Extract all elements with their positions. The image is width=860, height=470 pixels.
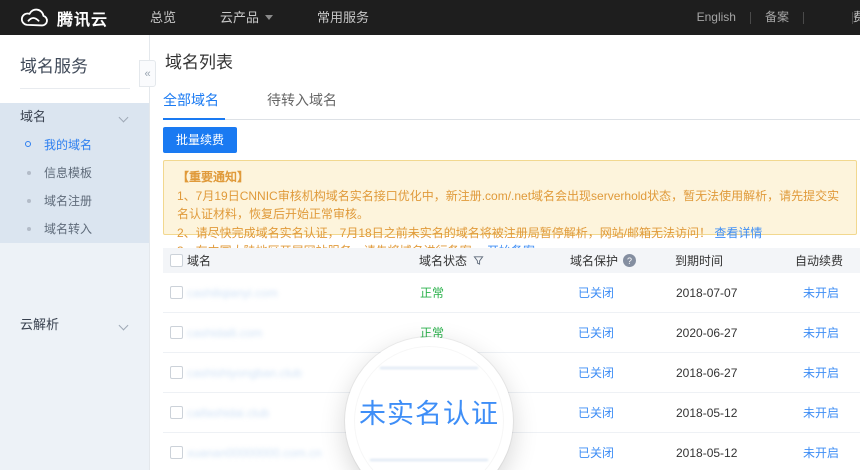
sidebar-item-label: 域名转入 xyxy=(44,222,92,236)
section-label: 域名 xyxy=(20,109,46,124)
not-verified-label: 未实名认证 xyxy=(345,392,513,431)
auto-renew-link[interactable]: 未开启 xyxy=(803,353,839,392)
batch-renew-button[interactable]: 批量续费 xyxy=(163,127,237,153)
protection-link[interactable]: 已关闭 xyxy=(578,353,614,392)
header-expiry: 到期时间 xyxy=(675,248,723,273)
sidebar-item-my-domains[interactable]: 我的域名 xyxy=(0,131,149,159)
notice-line: 2、请尽快完成域名实名认证，7月18日之前未实名的域名将被注册局暂停解析，网站/… xyxy=(177,224,843,243)
protection-link[interactable]: 已关闭 xyxy=(578,273,614,312)
bullet-icon xyxy=(27,227,31,231)
status-badge: 正常 xyxy=(420,273,444,312)
expiry-date: 2018-05-12 xyxy=(676,433,737,470)
sidebar-item-label: 域名注册 xyxy=(44,194,92,208)
top-navbar: 腾讯云 总览 云产品 常用服务 English 备案 费 xyxy=(0,0,860,35)
tab-bar: 全部域名 待转入域名 xyxy=(163,90,860,120)
auto-renew-link[interactable]: 未开启 xyxy=(803,393,839,432)
row-checkbox[interactable] xyxy=(170,286,183,299)
help-icon[interactable]: ? xyxy=(623,254,636,267)
protection-link[interactable]: 已关闭 xyxy=(578,313,614,352)
row-checkbox[interactable] xyxy=(170,446,183,459)
chevron-down-icon xyxy=(119,113,129,123)
nav-item-overview[interactable]: 总览 xyxy=(128,0,198,35)
nav-right-area: English 备案 费 xyxy=(683,0,860,35)
cloud-logo-icon xyxy=(18,7,50,29)
nav-item-label: 总览 xyxy=(150,0,176,35)
tab-all-domains[interactable]: 全部域名 xyxy=(163,90,225,120)
bullet-icon xyxy=(27,171,31,175)
domain-name[interactable]: cashishiyongban.club xyxy=(187,353,302,392)
row-checkbox[interactable] xyxy=(170,326,183,339)
protection-link[interactable]: 已关闭 xyxy=(578,393,614,432)
table-row: cashishiyongban.club 已关闭 2018-06-27 未开启 xyxy=(163,353,860,393)
header-protection: 域名保护 ? xyxy=(570,248,636,273)
notice-text: 1、7月19日CNNIC审核机构域名实名接口优化中，新注册.com/.net域名… xyxy=(177,189,839,222)
notice-title: 【重要通知】 xyxy=(177,168,843,187)
nav-menu: 总览 云产品 常用服务 xyxy=(128,0,391,35)
table-row: cashidaili.com 正常 已关闭 2020-06-27 未开启 xyxy=(163,313,860,353)
sidebar-item-domain-register[interactable]: 域名注册 xyxy=(0,187,149,215)
sidebar-gap xyxy=(0,243,149,311)
sidebar-title: 域名服务 xyxy=(20,52,88,77)
section-label: 云解析 xyxy=(20,317,59,332)
domain-name[interactable]: caifashidai.club xyxy=(187,393,269,432)
nav-item-services[interactable]: 常用服务 xyxy=(295,0,391,35)
row-checkbox[interactable] xyxy=(170,406,183,419)
sidebar-section-domain: 域名 我的域名 信息模板 域名注册 域名转入 xyxy=(0,103,149,243)
domain-name[interactable]: cashidaili.com xyxy=(187,313,262,352)
table-row: xuanan00000000.com.cn 已关闭 2018-05-12 未开启 xyxy=(163,433,860,470)
select-all-checkbox[interactable] xyxy=(170,254,183,267)
header-domain: 域名 xyxy=(187,248,211,273)
auto-renew-link[interactable]: 未开启 xyxy=(803,313,839,352)
nav-item-label: 常用服务 xyxy=(317,0,369,35)
tab-pending-transfer[interactable]: 待转入域名 xyxy=(267,90,343,119)
auto-renew-link[interactable]: 未开启 xyxy=(803,433,839,470)
expiry-date: 2018-07-07 xyxy=(676,273,737,312)
page-title: 域名列表 xyxy=(165,48,233,73)
auto-renew-link[interactable]: 未开启 xyxy=(803,273,839,312)
protection-link[interactable]: 已关闭 xyxy=(578,433,614,470)
sidebar-section-head-dns[interactable]: 云解析 xyxy=(0,311,149,339)
nav-divider xyxy=(803,12,804,24)
header-label: 域名状态 xyxy=(419,252,467,269)
logo-text: 腾讯云 xyxy=(57,6,108,30)
notice-line: 1、7月19日CNNIC审核机构域名实名接口优化中，新注册.com/.net域名… xyxy=(177,187,843,224)
sidebar-collapse-button[interactable]: « xyxy=(139,60,156,87)
nav-truncated-item[interactable]: 费 xyxy=(853,0,860,35)
header-status: 域名状态 xyxy=(419,248,484,273)
notice-text: 2、请尽快完成域名实名认证，7月18日之前未实名的域名将被注册局暂停解析，网站/… xyxy=(177,226,711,240)
expiry-date: 2018-06-27 xyxy=(676,353,737,392)
chevron-down-icon xyxy=(119,321,129,331)
notice-banner: 【重要通知】 1、7月19日CNNIC审核机构域名实名接口优化中，新注册.com… xyxy=(163,160,857,235)
sidebar-item-domain-transfer[interactable]: 域名转入 xyxy=(0,215,149,243)
nav-link-beian[interactable]: 备案 xyxy=(751,0,803,35)
nav-item-products[interactable]: 云产品 xyxy=(198,0,295,35)
expiry-date: 2020-06-27 xyxy=(676,313,737,352)
sidebar-menu: 域名 我的域名 信息模板 域名注册 域名转入 xyxy=(0,103,149,470)
sidebar-item-label: 信息模板 xyxy=(44,166,92,180)
header-label: 域名保护 xyxy=(570,252,618,269)
filter-icon[interactable] xyxy=(473,255,484,266)
nav-item-label: 云产品 xyxy=(220,0,259,35)
domain-name[interactable]: xuanan00000000.com.cn xyxy=(187,433,322,470)
sidebar-section-head-domain[interactable]: 域名 xyxy=(0,103,149,131)
row-checkbox[interactable] xyxy=(170,366,183,379)
header-auto-renew: 自动续费 xyxy=(795,248,843,273)
view-details-link[interactable]: 查看详情 xyxy=(714,226,762,240)
tencent-cloud-console: 腾讯云 总览 云产品 常用服务 English 备案 费 域名服务 « xyxy=(0,0,860,470)
expiry-date: 2018-05-12 xyxy=(676,393,737,432)
bullet-icon xyxy=(25,141,31,147)
chevron-down-icon xyxy=(265,15,273,20)
tencent-cloud-logo[interactable]: 腾讯云 xyxy=(18,6,108,30)
nav-link-english[interactable]: English xyxy=(683,0,750,35)
sidebar-item-label: 我的域名 xyxy=(44,138,92,152)
sidebar-divider xyxy=(20,88,130,89)
bullet-icon xyxy=(27,199,31,203)
sidebar-item-info-template[interactable]: 信息模板 xyxy=(0,159,149,187)
table-header: 域名 域名状态 域名保护 ? 到期时间 自动续费 xyxy=(163,248,860,273)
table-row: cashiliqianyi.com 正常 已关闭 2018-07-07 未开启 xyxy=(163,273,860,313)
domain-name[interactable]: cashiliqianyi.com xyxy=(187,273,278,312)
sidebar: 域名服务 « 域名 我的域名 信息模板 域名注册 xyxy=(0,35,150,470)
